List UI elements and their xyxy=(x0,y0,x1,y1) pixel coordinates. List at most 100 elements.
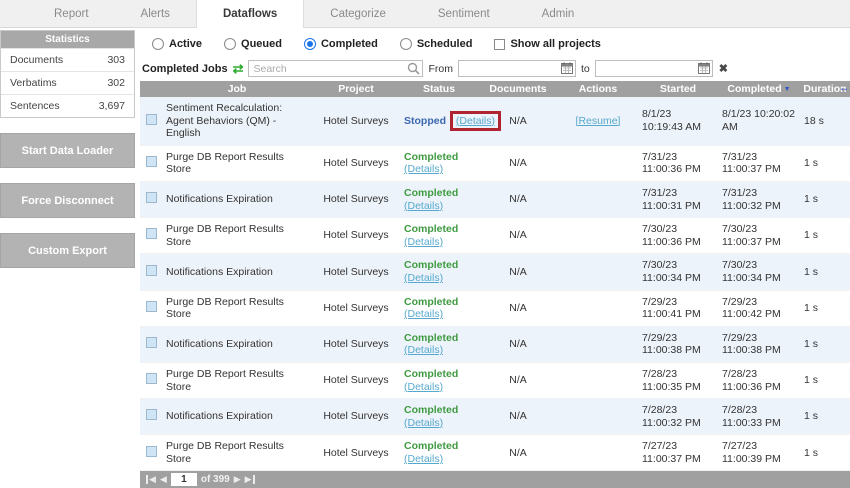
tab-admin[interactable]: Admin xyxy=(516,0,601,27)
details-link[interactable]: (Details) xyxy=(404,236,443,248)
project-cell: Hotel Surveys xyxy=(312,145,400,181)
status-cell: Completed(Details) xyxy=(400,181,478,217)
job-name-cell: Purge DB Report Results Store xyxy=(162,145,312,181)
header-project[interactable]: Project xyxy=(312,81,400,97)
details-link[interactable]: (Details) xyxy=(404,308,443,320)
radio-active[interactable]: Active xyxy=(152,38,202,50)
details-link[interactable]: (Details) xyxy=(404,163,443,175)
column-resize-icon[interactable]: ↔ xyxy=(839,83,849,94)
job-filter-row: Active Queued Completed Scheduled Show a… xyxy=(140,28,850,58)
header-actions[interactable]: Actions xyxy=(558,81,638,97)
details-link[interactable]: (Details) xyxy=(404,200,443,212)
row-checkbox[interactable] xyxy=(146,301,157,312)
clear-dates-icon[interactable]: ✖ xyxy=(719,62,728,75)
radio-icon-selected[interactable] xyxy=(304,38,316,50)
checkbox-label: Show all projects xyxy=(510,38,600,50)
to-date-input[interactable] xyxy=(595,60,713,77)
from-date-input[interactable] xyxy=(458,60,576,77)
radio-label: Active xyxy=(169,38,202,50)
search-icon[interactable] xyxy=(407,62,420,75)
sidebar: Statistics Documents 303 Verbatims 302 S… xyxy=(0,30,135,268)
tab-alerts[interactable]: Alerts xyxy=(115,0,196,27)
search-input[interactable] xyxy=(248,60,423,77)
documents-cell: N/A xyxy=(478,145,558,181)
completed-cell: 7/30/23 11:00:34 PM xyxy=(718,254,800,290)
completed-cell: 7/29/23 11:00:38 PM xyxy=(718,326,800,362)
tab-dataflows[interactable]: Dataflows xyxy=(196,0,304,28)
status-cell: Completed(Details) xyxy=(400,218,478,254)
details-link[interactable]: (Details) xyxy=(404,417,443,429)
details-link[interactable]: (Details) xyxy=(404,272,443,284)
started-cell: 7/30/23 11:00:36 PM xyxy=(638,218,718,254)
stat-label: Sentences xyxy=(10,100,60,112)
table-header-row: Job Project Status Documents Actions Sta… xyxy=(140,81,850,97)
status-cell: Completed(Details) xyxy=(400,399,478,435)
radio-icon[interactable] xyxy=(400,38,412,50)
checkbox-icon[interactable] xyxy=(494,39,505,50)
started-cell: 7/28/23 11:00:35 PM xyxy=(638,362,718,398)
started-cell: 7/29/23 11:00:38 PM xyxy=(638,326,718,362)
radio-icon[interactable] xyxy=(152,38,164,50)
documents-cell: N/A xyxy=(478,290,558,326)
tab-sentiment[interactable]: Sentiment xyxy=(412,0,516,27)
actions-cell xyxy=(558,181,638,217)
row-checkbox[interactable] xyxy=(146,409,157,420)
radio-icon[interactable] xyxy=(224,38,236,50)
row-checkbox[interactable] xyxy=(146,192,157,203)
row-checkbox[interactable] xyxy=(146,265,157,276)
stat-row-sentences: Sentences 3,697 xyxy=(1,94,134,117)
details-link[interactable]: (Details) xyxy=(456,115,495,127)
row-checkbox[interactable] xyxy=(146,446,157,457)
row-checkbox[interactable] xyxy=(146,228,157,239)
header-started[interactable]: Started xyxy=(638,81,718,97)
duration-cell: 1 s xyxy=(800,362,850,398)
stat-value: 303 xyxy=(107,54,125,66)
radio-completed[interactable]: Completed xyxy=(304,38,378,50)
prev-page-button[interactable]: ◀ xyxy=(160,475,167,484)
refresh-icon[interactable]: ⇄ xyxy=(233,62,244,75)
duration-cell: 1 s xyxy=(800,399,850,435)
row-checkbox[interactable] xyxy=(146,373,157,384)
documents-cell: N/A xyxy=(478,326,558,362)
resume-link[interactable]: [Resume] xyxy=(576,115,621,127)
header-job[interactable]: Job xyxy=(162,81,312,97)
details-link[interactable]: (Details) xyxy=(404,344,443,356)
top-tab-bar: Report Alerts Dataflows Categorize Senti… xyxy=(0,0,850,28)
status-cell: Stopped (Details) xyxy=(400,97,478,145)
tab-report[interactable]: Report xyxy=(28,0,115,27)
tab-categorize[interactable]: Categorize xyxy=(304,0,412,27)
status-cell: Completed(Details) xyxy=(400,145,478,181)
show-all-projects-checkbox[interactable]: Show all projects xyxy=(494,38,600,50)
project-cell: Hotel Surveys xyxy=(312,362,400,398)
details-link[interactable]: (Details) xyxy=(404,381,443,393)
page-count-label: of 399 xyxy=(201,474,230,485)
header-documents[interactable]: Documents xyxy=(478,81,558,97)
last-page-button[interactable]: ▶ xyxy=(245,475,255,484)
next-page-button[interactable]: ▶ xyxy=(234,475,241,484)
header-duration[interactable]: Duration↔ xyxy=(800,81,850,97)
header-status[interactable]: Status xyxy=(400,81,478,97)
row-checkbox[interactable] xyxy=(146,114,157,125)
custom-export-button[interactable]: Custom Export xyxy=(0,233,135,268)
row-checkbox[interactable] xyxy=(146,337,157,348)
header-completed[interactable]: Completed▼ xyxy=(718,81,800,97)
details-link[interactable]: (Details) xyxy=(404,453,443,465)
page-input[interactable] xyxy=(171,473,197,486)
first-page-button[interactable]: ◀ xyxy=(146,475,156,484)
completed-jobs-title: Completed Jobs xyxy=(142,63,228,75)
main-content: Active Queued Completed Scheduled Show a… xyxy=(140,28,850,400)
radio-scheduled[interactable]: Scheduled xyxy=(400,38,473,50)
calendar-icon[interactable] xyxy=(561,62,573,74)
start-data-loader-button[interactable]: Start Data Loader xyxy=(0,133,135,168)
table-row: Purge DB Report Results StoreHotel Surve… xyxy=(140,290,850,326)
completed-cell: 7/28/23 11:00:36 PM xyxy=(718,362,800,398)
force-disconnect-button[interactable]: Force Disconnect xyxy=(0,183,135,218)
radio-queued[interactable]: Queued xyxy=(224,38,282,50)
status-label: Completed xyxy=(404,332,458,344)
duration-cell: 1 s xyxy=(800,218,850,254)
completed-cell: 7/28/23 11:00:33 PM xyxy=(718,399,800,435)
calendar-icon[interactable] xyxy=(698,62,710,74)
to-label: to xyxy=(581,63,590,75)
row-checkbox[interactable] xyxy=(146,156,157,167)
job-name-cell: Notifications Expiration xyxy=(162,254,312,290)
